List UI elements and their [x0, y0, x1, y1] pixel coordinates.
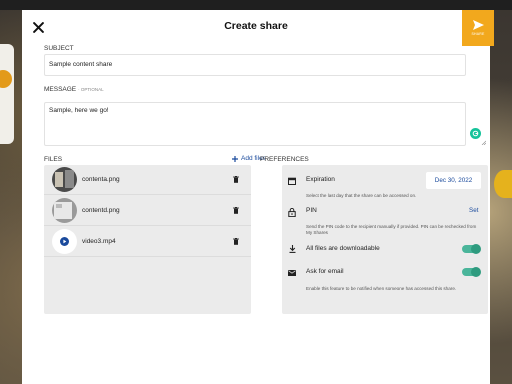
subject-label: SUBJECT — [44, 45, 74, 52]
resize-handle-icon[interactable] — [481, 140, 486, 145]
ask-email-description: Enable this feature to be notified when … — [306, 286, 457, 291]
share-button[interactable]: SHARE — [462, 10, 494, 46]
email-icon — [288, 269, 296, 277]
file-row[interactable]: video3.mp4 — [44, 227, 251, 257]
background-card — [0, 44, 14, 144]
image-thumbnail — [52, 198, 77, 223]
expiration-description: Select the last day that the share can b… — [306, 193, 417, 198]
modal-header: Create share SHARE — [22, 10, 494, 46]
page-title: Create share — [224, 20, 288, 32]
set-pin-button[interactable]: Set — [469, 207, 478, 214]
preferences-panel: Expiration Dec 30, 2022 Select the last … — [282, 165, 488, 314]
files-label: FILES — [44, 156, 63, 163]
delete-file-button[interactable] — [231, 175, 241, 185]
pin-description: Send the PIN code to the recipient manua… — [306, 224, 477, 235]
trash-icon — [233, 238, 239, 245]
ask-email-toggle[interactable] — [462, 266, 481, 277]
image-thumbnail — [52, 167, 77, 192]
subject-input[interactable]: Sample content share — [44, 54, 466, 76]
message-label-text: MESSAGE — [44, 86, 77, 93]
play-icon — [60, 237, 69, 246]
trash-icon — [233, 207, 239, 214]
expiration-label: Expiration — [306, 176, 335, 183]
calendar-icon — [288, 177, 296, 185]
message-input[interactable]: Sample, here we go! — [44, 102, 466, 146]
expiration-date-button[interactable]: Dec 30, 2022 — [426, 172, 481, 189]
file-row[interactable]: contentd.png — [44, 196, 251, 226]
background-orb-right — [494, 170, 512, 198]
file-name: contentd.png — [82, 207, 120, 214]
preferences-label: PREFERENCES — [260, 156, 309, 163]
download-icon — [288, 245, 296, 253]
video-thumbnail — [52, 229, 77, 254]
downloadable-toggle[interactable] — [462, 243, 481, 254]
file-name: contenta.png — [82, 176, 120, 183]
delete-file-button[interactable] — [231, 206, 241, 216]
create-share-modal: Create share SHARE SUBJECT Sample conten… — [22, 10, 494, 384]
pin-label: PIN — [306, 207, 317, 214]
lock-icon — [288, 207, 296, 217]
delete-file-button[interactable] — [231, 237, 241, 247]
file-name: video3.mp4 — [82, 238, 116, 245]
share-button-label: SHARE — [471, 32, 485, 36]
grammarly-icon[interactable] — [470, 128, 481, 139]
message-label: MESSAGE · OPTIONAL — [44, 86, 104, 93]
plus-icon — [232, 155, 238, 162]
files-list: contenta.png contentd.png video3.mp4 — [44, 165, 251, 314]
send-icon — [472, 20, 484, 30]
ask-email-label: Ask for email — [306, 268, 344, 275]
optional-tag: · OPTIONAL — [78, 87, 104, 92]
background-topbar — [0, 0, 512, 10]
file-row[interactable]: contenta.png — [44, 165, 251, 195]
trash-icon — [233, 176, 239, 183]
downloadable-label: All files are downloadable — [306, 245, 380, 252]
